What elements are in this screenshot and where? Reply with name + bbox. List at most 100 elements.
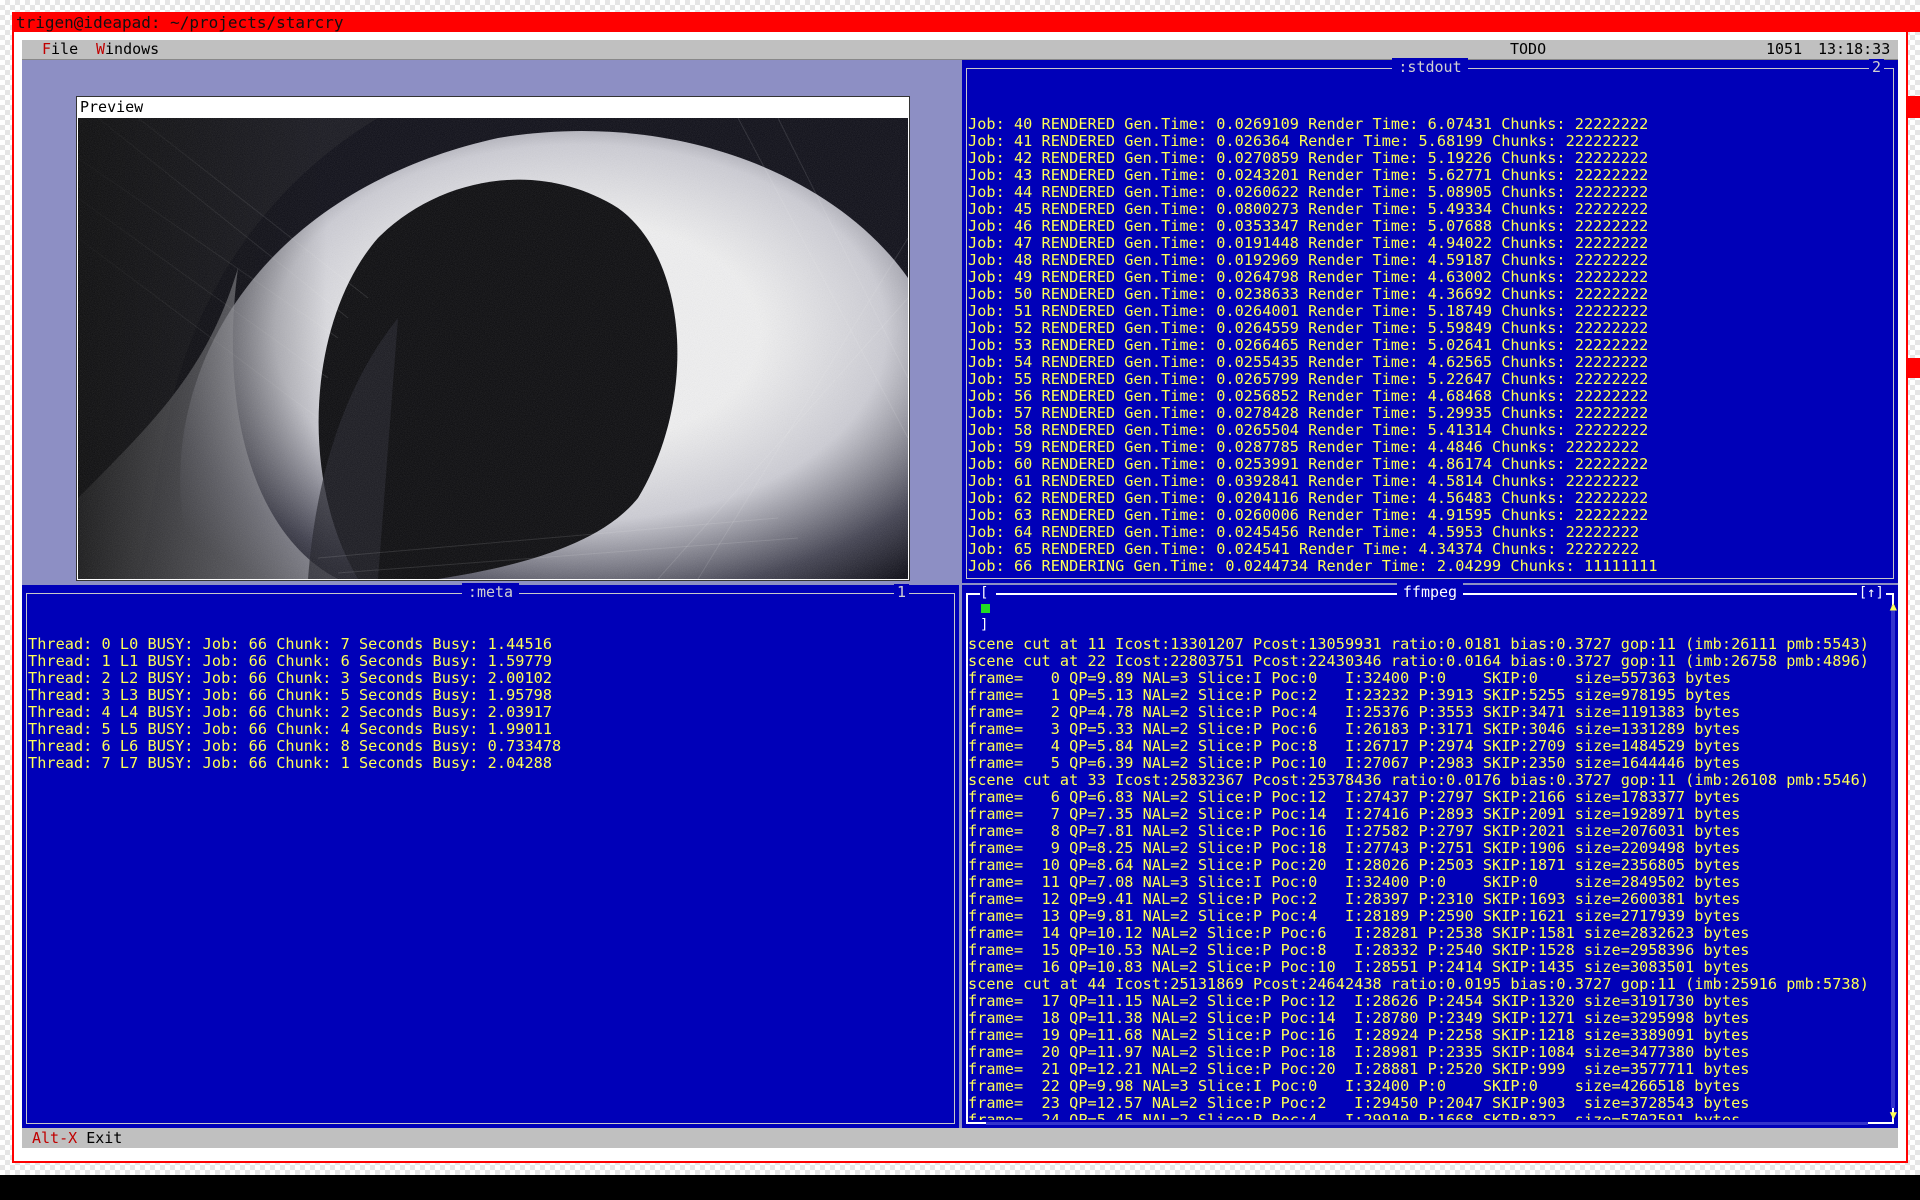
stdout-line: Job: 47 RENDERED Gen.Time: 0.0191448 Ren… <box>968 234 1649 252</box>
clock: 13:18:33 <box>1818 40 1891 58</box>
menu-windows-hotkey: W <box>96 40 106 58</box>
menu-file-label: ile <box>51 40 79 58</box>
ffmpeg-log-line: frame= 16 QP=10.83 NAL=2 Slice:P Poc:10 … <box>968 958 1750 976</box>
exit-shortcut-label[interactable]: Exit <box>86 1129 122 1147</box>
ffmpeg-vertical-scrollbar[interactable] <box>1891 605 1895 1108</box>
menu-file[interactable]: File <box>42 40 78 59</box>
ffmpeg-log-line: frame= 24 QP=5.45 NAL=2 Slice:P Poc:4 I:… <box>968 1111 1741 1121</box>
stdout-line: Job: 56 RENDERED Gen.Time: 0.0256852 Ren… <box>968 387 1649 405</box>
thread-status-line: Thread: 2 L2 BUSY: Job: 66 Chunk: 3 Seco… <box>28 669 553 687</box>
ffmpeg-log-line: frame= 20 QP=11.97 NAL=2 Slice:P Poc:18 … <box>968 1043 1750 1061</box>
menu-file-hotkey: F <box>42 40 52 58</box>
meta-lines: Thread: 0 L0 BUSY: Job: 66 Chunk: 7 Seco… <box>28 636 951 772</box>
ffmpeg-log-line: frame= 4 QP=5.84 NAL=2 Slice:P Poc:8 I:2… <box>968 737 1741 755</box>
stdout-line: Job: 61 RENDERED Gen.Time: 0.0392841 Ren… <box>968 472 1640 490</box>
stdout-line: Job: 66 RENDERING Gen.Time: 0.0244734 Re… <box>968 557 1658 575</box>
ffmpeg-log-line: scene cut at 44 Icost:25131869 Pcost:246… <box>968 975 1869 993</box>
ffmpeg-log-line: frame= 9 QP=8.25 NAL=2 Slice:P Poc:18 I:… <box>968 839 1741 857</box>
ffmpeg-log-line: frame= 23 QP=12.57 NAL=2 Slice:P Poc:2 I… <box>968 1094 1750 1112</box>
ffmpeg-log-line: frame= 6 QP=6.83 NAL=2 Slice:P Poc:12 I:… <box>968 788 1741 806</box>
thread-status-line: Thread: 0 L0 BUSY: Job: 66 Chunk: 7 Seco… <box>28 635 553 653</box>
thread-status-line: Thread: 3 L3 BUSY: Job: 66 Chunk: 5 Seco… <box>28 686 553 704</box>
ffmpeg-log: scene cut at 11 Icost:13301207 Pcost:130… <box>968 602 1890 1121</box>
stdout-line: Job: 58 RENDERED Gen.Time: 0.0265504 Ren… <box>968 421 1649 439</box>
ffmpeg-horizontal-scrollbar[interactable] <box>986 1122 1868 1125</box>
stdout-line: Job: 42 RENDERED Gen.Time: 0.0270859 Ren… <box>968 149 1649 167</box>
ffmpeg-window[interactable]: ffmpeg [] [↑] ▲ ▼ scene cut at 11 Icost:… <box>962 583 1898 1128</box>
menubar-todo: TODO <box>1510 40 1547 58</box>
ffmpeg-close-button[interactable]: [] <box>980 585 996 633</box>
thread-status-line: Thread: 4 L4 BUSY: Job: 66 Chunk: 2 Seco… <box>28 703 553 721</box>
ffmpeg-log-line: frame= 14 QP=10.12 NAL=2 Slice:P Poc:6 I… <box>968 924 1750 942</box>
ffmpeg-log-line: frame= 12 QP=9.41 NAL=2 Slice:P Poc:2 I:… <box>968 890 1741 908</box>
stdout-window[interactable]: :stdout 2 Job: 40 RENDERED Gen.Time: 0.0… <box>962 58 1898 583</box>
stdout-line: Job: 63 RENDERED Gen.Time: 0.0260006 Ren… <box>968 506 1649 524</box>
thread-status-line: Thread: 7 L7 BUSY: Job: 66 Chunk: 1 Seco… <box>28 754 553 772</box>
ffmpeg-lines: scene cut at 11 Icost:13301207 Pcost:130… <box>968 635 1890 1121</box>
preview-window[interactable]: Preview <box>76 96 910 581</box>
ffmpeg-zoom-button[interactable]: [↑] <box>1856 585 1886 601</box>
ffmpeg-log-line: frame= 15 QP=10.53 NAL=2 Slice:P Poc:8 I… <box>968 941 1750 959</box>
thread-status-line: Thread: 1 L1 BUSY: Job: 66 Chunk: 6 Seco… <box>28 652 553 670</box>
ffmpeg-log-line: scene cut at 22 Icost:22803751 Pcost:224… <box>968 652 1869 670</box>
stdout-line: Job: 45 RENDERED Gen.Time: 0.0800273 Ren… <box>968 200 1649 218</box>
memory-counter: 1051 <box>1766 40 1803 58</box>
tui-screen: File Windows TODO 1051 13:18:33 Preview <box>22 40 1898 1148</box>
thread-status-line: Thread: 6 L6 BUSY: Job: 66 Chunk: 8 Seco… <box>28 737 562 755</box>
render-image-graphic <box>78 118 908 579</box>
ffmpeg-log-line: frame= 21 QP=12.21 NAL=2 Slice:P Poc:20 … <box>968 1060 1750 1078</box>
ffmpeg-log-line: frame= 11 QP=7.08 NAL=3 Slice:I Poc:0 I:… <box>968 873 1741 891</box>
stdout-line: Job: 53 RENDERED Gen.Time: 0.0266465 Ren… <box>968 336 1649 354</box>
ffmpeg-log-line: frame= 2 QP=4.78 NAL=2 Slice:P Poc:4 I:2… <box>968 703 1741 721</box>
scroll-up-arrow-icon[interactable]: ▲ <box>1890 599 1897 613</box>
exit-shortcut-key[interactable]: Alt-X <box>32 1129 77 1147</box>
ffmpeg-log-line: scene cut at 33 Icost:25832367 Pcost:253… <box>968 771 1869 789</box>
thread-status-line: Thread: 5 L5 BUSY: Job: 66 Chunk: 4 Seco… <box>28 720 553 738</box>
menubar: File Windows TODO 1051 13:18:33 <box>22 40 1898 60</box>
stdout-line: Job: 48 RENDERED Gen.Time: 0.0192969 Ren… <box>968 251 1649 269</box>
scroll-down-arrow-icon[interactable]: ▼ <box>1890 1108 1897 1122</box>
desktop: Preview:stdout 2 Job: 40 RENDERED Gen.T… <box>22 58 1898 1128</box>
preview-render-image <box>78 118 908 579</box>
ffmpeg-title: ffmpeg <box>1396 583 1464 601</box>
menu-windows[interactable]: Windows <box>96 40 159 59</box>
terminal-title: trigen@ideapad: ~/projects/starcry <box>16 13 344 32</box>
ffmpeg-log-line: frame= 18 QP=11.38 NAL=2 Slice:P Poc:14 … <box>968 1009 1750 1027</box>
meta-log: Thread: 0 L0 BUSY: Job: 66 Chunk: 7 Seco… <box>28 602 951 1120</box>
status-bar: Alt-X Exit <box>22 1128 1898 1148</box>
stdout-line: Job: 60 RENDERED Gen.Time: 0.0253991 Ren… <box>968 455 1649 473</box>
ffmpeg-log-line: frame= 17 QP=11.15 NAL=2 Slice:P Poc:12 … <box>968 992 1750 1010</box>
ffmpeg-log-line: frame= 13 QP=9.81 NAL=2 Slice:P Poc:4 I:… <box>968 907 1741 925</box>
right-edge-marker <box>1908 358 1920 378</box>
stdout-line: Job: 41 RENDERED Gen.Time: 0.026364 Rend… <box>968 132 1640 150</box>
menu-windows-label: indows <box>105 40 160 58</box>
right-edge-marker <box>1908 96 1920 118</box>
ffmpeg-title-wrap: ffmpeg <box>962 583 1898 601</box>
ffmpeg-log-line: frame= 1 QP=5.13 NAL=2 Slice:P Poc:2 I:2… <box>968 686 1732 704</box>
stdout-line: Job: 44 RENDERED Gen.Time: 0.0260622 Ren… <box>968 183 1649 201</box>
stdout-line: Job: 65 RENDERED Gen.Time: 0.024541 Rend… <box>968 540 1640 558</box>
stdout-line: Job: 52 RENDERED Gen.Time: 0.0264559 Ren… <box>968 319 1649 337</box>
stdout-line: Job: 43 RENDERED Gen.Time: 0.0243201 Ren… <box>968 166 1649 184</box>
stdout-title: :stdout <box>1392 58 1468 76</box>
stdout-line: Job: 46 RENDERED Gen.Time: 0.0353347 Ren… <box>968 217 1649 235</box>
stdout-log: Job: 40 RENDERED Gen.Time: 0.0269109 Ren… <box>968 82 1890 576</box>
stdout-lines: Job: 40 RENDERED Gen.Time: 0.0269109 Ren… <box>968 116 1890 576</box>
ffmpeg-log-line: frame= 8 QP=7.81 NAL=2 Slice:P Poc:16 I:… <box>968 822 1741 840</box>
ffmpeg-log-line: frame= 3 QP=5.33 NAL=2 Slice:P Poc:6 I:2… <box>968 720 1741 738</box>
stdout-line: Job: 64 RENDERED Gen.Time: 0.0245456 Ren… <box>968 523 1640 541</box>
stdout-line: Job: 49 RENDERED Gen.Time: 0.0264798 Ren… <box>968 268 1649 286</box>
meta-window[interactable]: :meta 1 Thread: 0 L0 BUSY: Job: 66 Chunk… <box>22 583 959 1128</box>
stdout-line: Job: 51 RENDERED Gen.Time: 0.0264001 Ren… <box>968 302 1649 320</box>
preview-title: Preview <box>80 98 144 116</box>
stdout-line: Job: 59 RENDERED Gen.Time: 0.0287785 Ren… <box>968 438 1640 456</box>
meta-title: :meta <box>461 583 520 601</box>
stdout-window-number: 2 <box>1868 59 1884 76</box>
terminal-title-bar: trigen@ideapad: ~/projects/starcry <box>12 12 1920 32</box>
ffmpeg-log-line: scene cut at 11 Icost:13301207 Pcost:130… <box>968 635 1869 653</box>
ffmpeg-log-line: frame= 7 QP=7.35 NAL=2 Slice:P Poc:14 I:… <box>968 805 1741 823</box>
meta-title-wrap: :meta <box>22 583 959 601</box>
stdout-line: Job: 50 RENDERED Gen.Time: 0.0238633 Ren… <box>968 285 1649 303</box>
stdout-line: Job: 62 RENDERED Gen.Time: 0.0204116 Ren… <box>968 489 1649 507</box>
stdout-line: Job: 57 RENDERED Gen.Time: 0.0278428 Ren… <box>968 404 1649 422</box>
